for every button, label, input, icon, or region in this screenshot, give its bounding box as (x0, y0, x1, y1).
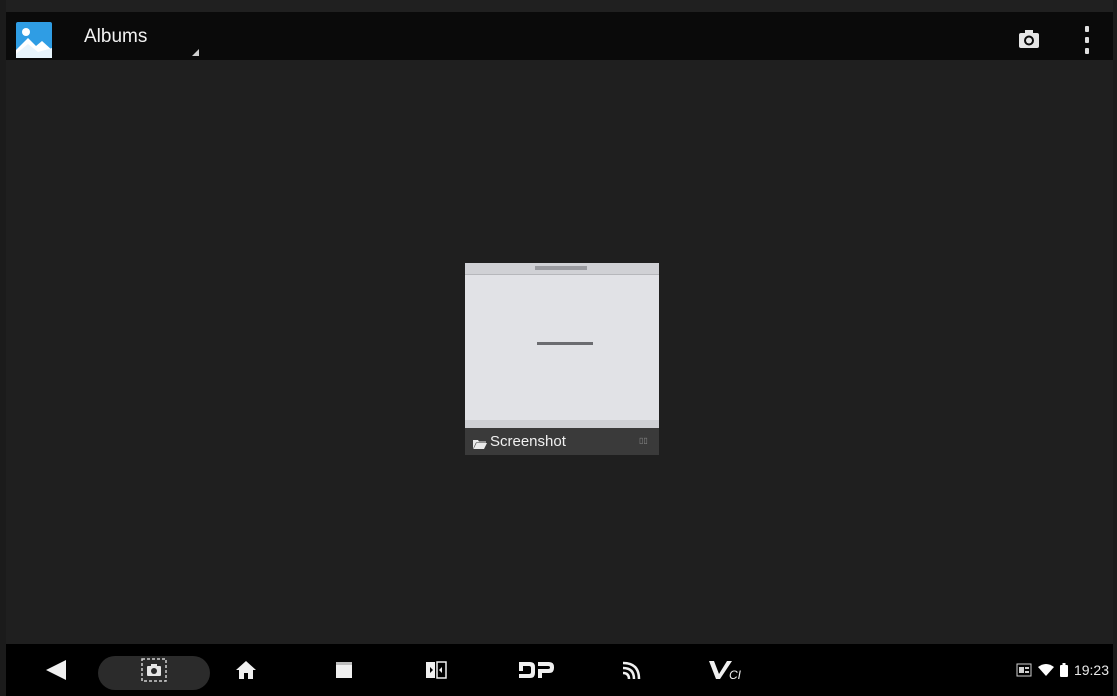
album-count-icon: ▯▯ (639, 436, 648, 445)
thumbnail-body-text (537, 342, 593, 345)
album-label-bar[interactable]: Screenshot ▯▯ (465, 428, 659, 455)
dot (1085, 37, 1089, 43)
album-tile-screenshot[interactable]: Screenshot ▯▯ (465, 263, 659, 455)
dot (1085, 48, 1089, 54)
dropdown-caret-icon[interactable] (192, 49, 199, 56)
navigation-bar: CI 19:23 (6, 644, 1113, 696)
thumbnail-title-text (535, 266, 587, 270)
action-bar: Albums (6, 12, 1113, 60)
home-icon[interactable] (226, 644, 266, 696)
thumbnail-title-bar (465, 263, 659, 275)
page-title[interactable]: Albums (84, 26, 147, 48)
dual-window-icon[interactable] (416, 644, 456, 696)
album-thumbnail[interactable] (465, 263, 659, 428)
back-icon[interactable] (36, 644, 76, 696)
clock: 19:23 (1073, 662, 1109, 678)
dp-icon[interactable] (512, 644, 560, 696)
vci-icon[interactable]: CI (702, 644, 752, 696)
cast-icon[interactable] (612, 644, 652, 696)
thumbnail-footer (465, 420, 659, 428)
status-area[interactable]: 19:23 (1016, 662, 1109, 678)
notification-icon (1016, 663, 1032, 677)
overflow-menu-icon[interactable] (1082, 26, 1092, 54)
camera-icon[interactable] (1018, 28, 1040, 50)
recents-icon[interactable] (324, 644, 364, 696)
battery-icon (1059, 663, 1068, 677)
album-name: Screenshot (490, 433, 566, 450)
screenshot-icon[interactable] (132, 644, 176, 696)
folder-icon (473, 436, 487, 449)
wifi-icon (1037, 664, 1054, 676)
screen: Albums Screenshot ▯▯ CI 19:23 (6, 0, 1113, 696)
svg-text:CI: CI (729, 668, 742, 682)
dot (1085, 26, 1089, 32)
gallery-icon[interactable] (16, 22, 52, 58)
albums-grid: Screenshot ▯▯ (6, 60, 1113, 644)
